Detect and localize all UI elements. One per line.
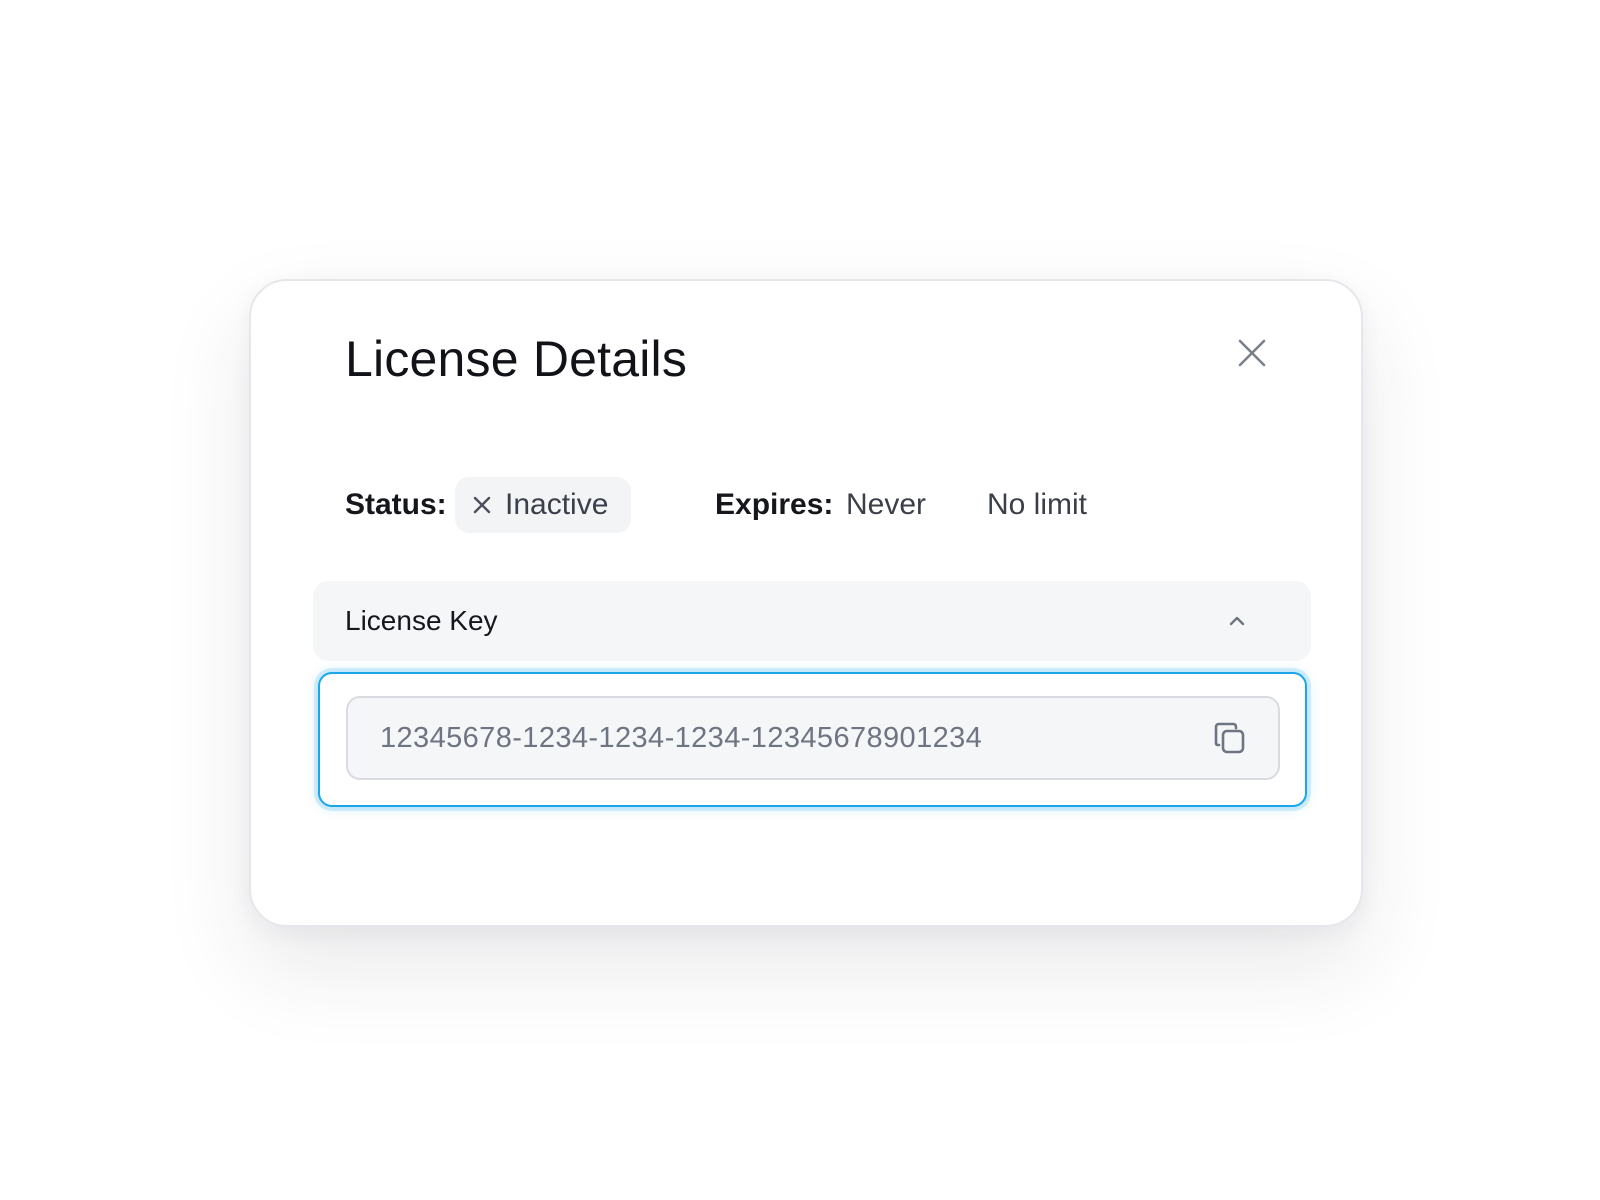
copy-button[interactable] [1210, 718, 1250, 758]
status-value: Inactive [505, 488, 609, 521]
close-icon [1238, 339, 1266, 367]
status-label: Status: [345, 488, 447, 521]
chevron-up-icon [1229, 616, 1245, 626]
x-icon [473, 496, 491, 514]
license-key-container: 12345678-1234-1234-1234-12345678901234 [318, 672, 1307, 807]
license-key-field[interactable]: 12345678-1234-1234-1234-12345678901234 [346, 696, 1280, 780]
license-key-section-header[interactable]: License Key [313, 581, 1311, 661]
status-badge: Inactive [455, 477, 631, 533]
dialog-title: License Details [345, 331, 688, 387]
expires-value: Never [846, 488, 927, 521]
license-key-title: License Key [345, 605, 498, 636]
close-button[interactable] [1230, 331, 1274, 375]
license-key-value[interactable]: 12345678-1234-1234-1234-12345678901234 [380, 698, 982, 778]
license-meta-row: Status: Inactive Expires: Never No limit [345, 477, 1245, 533]
expires-label: Expires: [715, 488, 834, 521]
license-details-dialog: License Details Status: Inactive Expires… [249, 279, 1363, 927]
limit-value: No limit [987, 488, 1088, 521]
copy-icon [1214, 722, 1245, 754]
